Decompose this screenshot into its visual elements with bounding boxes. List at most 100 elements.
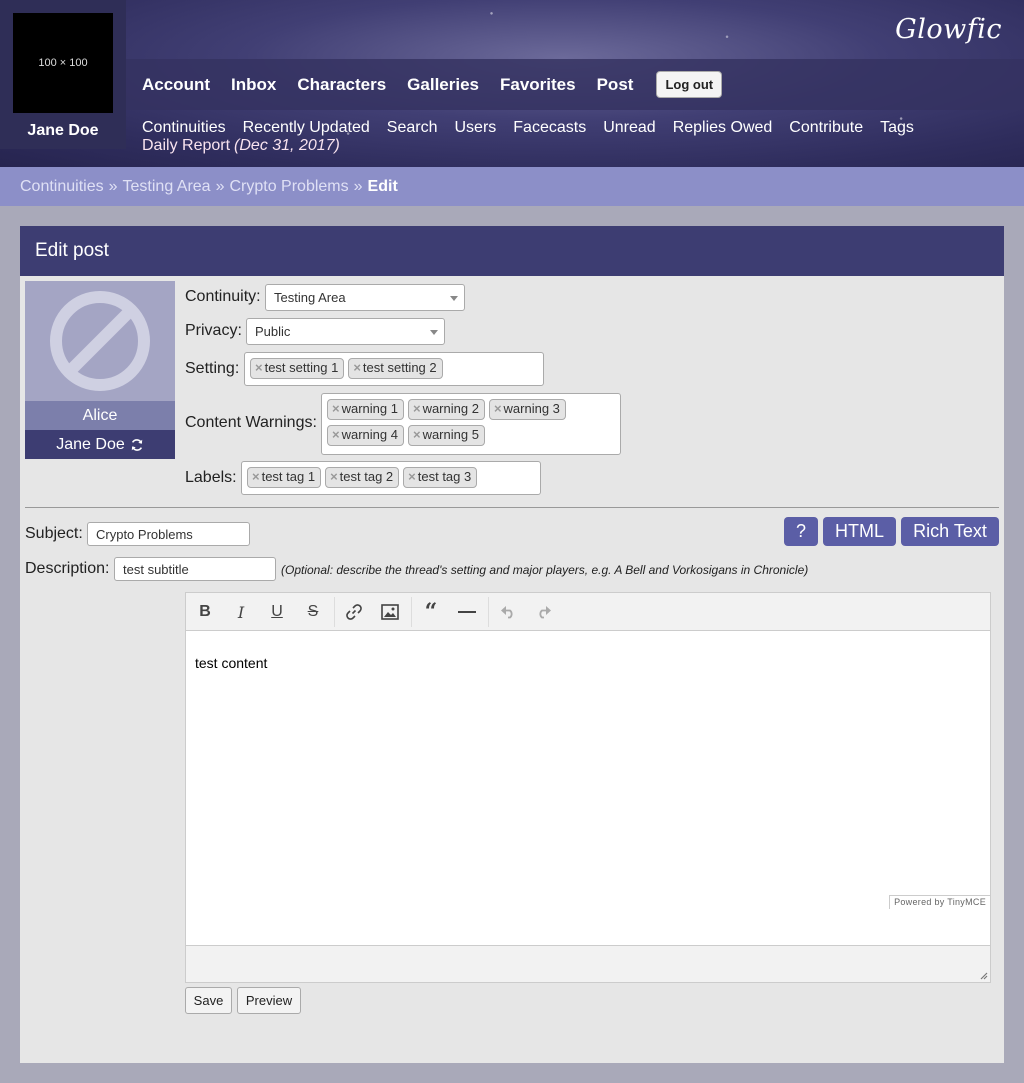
character-selector[interactable]: Alice Jane Doe [25,281,175,459]
bold-icon[interactable]: B [192,599,218,625]
label-tag[interactable]: × test tag 3 [403,467,478,488]
html-mode-button[interactable]: HTML [823,517,896,546]
tag-text: test tag 2 [339,469,394,484]
subnav-recently-updated[interactable]: Recently Updated [243,119,370,136]
labels-tag-input[interactable]: × test tag 1 × test tag 2 × test tag 3 [241,461,541,495]
link-icon[interactable] [341,599,367,625]
privacy-select[interactable]: Public [246,318,445,345]
labels-label: Labels: [185,469,237,486]
underline-icon[interactable]: U [264,599,290,625]
remove-tag-icon[interactable]: × [332,427,340,442]
no-icon[interactable] [50,291,150,391]
subject-value: Crypto Problems [96,526,193,542]
breadcrumb-continuity[interactable]: Testing Area [123,178,211,196]
setting-tag[interactable]: × test setting 1 [250,358,345,379]
tag-text: warning 2 [422,401,479,416]
subject-input[interactable]: Crypto Problems [87,522,250,546]
remove-tag-icon[interactable]: × [332,401,340,416]
setting-label: Setting: [185,360,240,377]
warnings-tag-input[interactable]: × warning 1 × warning 2 × warning 3 × warning 4… [321,393,621,455]
remove-tag-icon[interactable]: × [494,401,502,416]
undo-icon[interactable] [495,599,521,625]
remove-tag-icon[interactable]: × [413,427,421,442]
continuity-value: Testing Area [274,290,346,305]
subnav-replies-owed[interactable]: Replies Owed [673,119,773,136]
remove-tag-icon[interactable]: × [255,360,263,375]
tag-text: warning 3 [503,401,560,416]
description-label: Description: [25,560,110,577]
nav-post[interactable]: Post [597,75,634,95]
horizontal-rule-icon[interactable] [454,599,480,625]
continuity-select[interactable]: Testing Area [265,284,465,311]
subnav-unread[interactable]: Unread [603,119,655,136]
username[interactable]: Jane Doe [0,122,126,140]
refresh-icon[interactable] [130,438,144,452]
warning-tag[interactable]: × warning 2 [407,399,485,420]
subnav-contribute[interactable]: Contribute [789,119,863,136]
nav-galleries[interactable]: Galleries [407,75,479,95]
remove-tag-icon[interactable]: × [252,469,260,484]
user-avatar-box: 100 × 100 Jane Doe [0,0,126,149]
logout-button[interactable]: Log out [656,71,723,98]
image-icon[interactable] [377,599,403,625]
strikethrough-icon[interactable]: S [300,599,326,625]
character-name[interactable]: Alice [25,401,175,430]
breadcrumb-separator: » [108,177,118,195]
site-logo[interactable]: Glowfic [895,14,1002,45]
breadcrumb-continuities[interactable]: Continuities [20,178,104,196]
setting-tag-input[interactable]: × test setting 1 × test setting 2 [244,352,544,386]
label-tag[interactable]: × test tag 2 [325,467,400,488]
continuity-label: Continuity: [185,288,261,305]
description-hint: (Optional: describe the thread's setting… [281,563,809,577]
warnings-label: Content Warnings: [185,414,317,431]
blockquote-icon[interactable]: “ [418,599,444,625]
setting-tag[interactable]: × test setting 2 [348,358,443,379]
tag-text: warning 5 [422,427,479,442]
powered-by-tinymce[interactable]: Powered by TinyMCE [889,895,990,909]
editor-statusbar [186,945,990,982]
breadcrumb-separator: » [215,177,225,195]
remove-tag-icon[interactable]: × [413,401,421,416]
breadcrumb: Continuities » Testing Area » Crypto Pro… [0,167,1024,206]
subnav-daily-report[interactable]: Daily Report [142,137,230,154]
remove-tag-icon[interactable]: × [353,360,361,375]
preview-button[interactable]: Preview [237,987,301,1014]
remove-tag-icon[interactable]: × [330,469,338,484]
resize-handle-icon[interactable] [978,970,988,980]
description-input[interactable]: test subtitle [114,557,276,581]
rich-text-mode-button[interactable]: Rich Text [901,517,999,546]
avatar[interactable]: 100 × 100 [13,13,113,113]
warning-tag[interactable]: × warning 4 [327,425,404,446]
privacy-value: Public [255,324,291,339]
breadcrumb-post[interactable]: Crypto Problems [229,178,348,196]
subnav-continuities[interactable]: Continuities [142,119,226,136]
subnav-search[interactable]: Search [387,119,438,136]
nav-characters[interactable]: Characters [297,75,386,95]
subnav-tags[interactable]: Tags [880,119,914,136]
daily-report-date: (Dec 31, 2017) [234,137,340,154]
remove-tag-icon[interactable]: × [408,469,416,484]
character-user[interactable]: Jane Doe [25,430,175,459]
sub-nav: Continuities Recently Updated Search Users F… [142,119,1012,155]
description-value: test subtitle [123,561,189,577]
nav-inbox[interactable]: Inbox [231,75,276,95]
nav-account[interactable]: Account [142,75,210,95]
help-button[interactable]: ? [784,517,818,546]
nav-favorites[interactable]: Favorites [500,75,576,95]
tag-text: warning 4 [341,427,398,442]
warning-tag[interactable]: × warning 1 [327,399,404,420]
subnav-users[interactable]: Users [455,119,497,136]
rich-text-editor[interactable]: B I U S “ test content Powered by TinyMC… [185,592,991,983]
label-tag[interactable]: × test tag 1 [247,467,322,488]
warning-tag[interactable]: × warning 3 [488,399,566,420]
editor-content[interactable]: test content [186,631,990,695]
italic-icon[interactable]: I [228,599,254,625]
site-header: 100 × 100 Jane Doe Glowfic Account Inbox… [0,0,1024,167]
avatar-placeholder-text: 100 × 100 [38,57,88,69]
subnav-facecasts[interactable]: Facecasts [513,119,586,136]
toolbar-separator [411,597,412,627]
warning-tag[interactable]: × warning 5 [407,425,485,446]
save-button[interactable]: Save [185,987,232,1014]
dropdown-arrow-icon [450,296,458,301]
redo-icon[interactable] [531,599,557,625]
